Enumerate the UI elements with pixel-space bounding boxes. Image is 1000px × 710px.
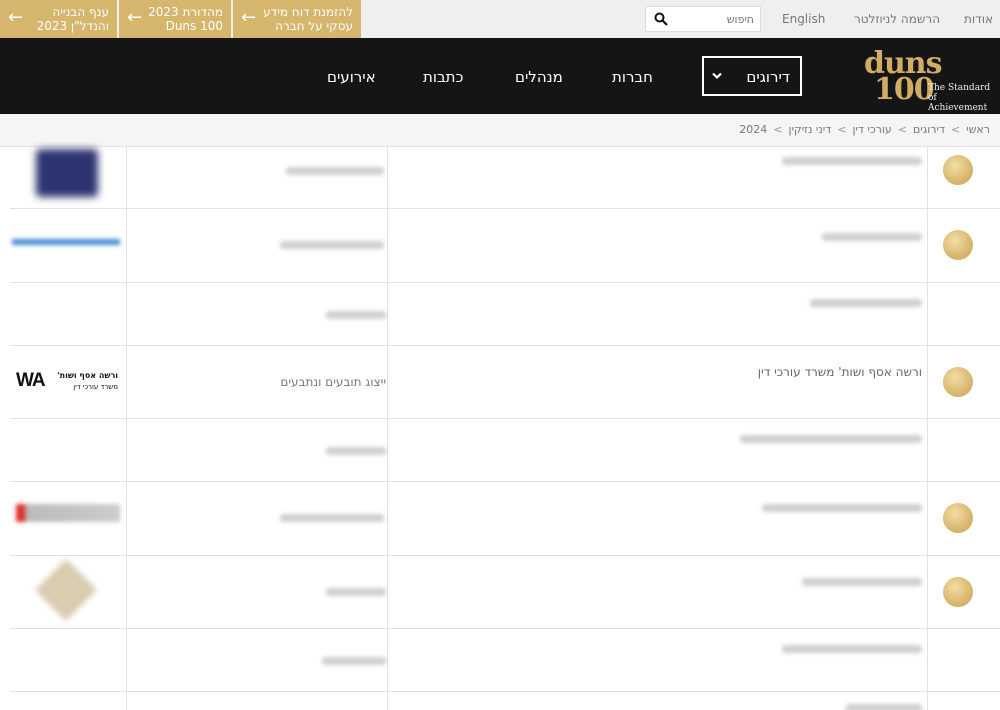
promo-line1: ענף הבנייה — [52, 5, 109, 19]
breadcrumb-lawyers[interactable]: עורכי דין — [852, 123, 891, 136]
promo-construction-2023[interactable]: ← ענף הבנייה והנדל"ן 2023 — [0, 0, 117, 38]
arrow-left-icon: ← — [127, 7, 143, 28]
breadcrumb-separator: > — [837, 123, 847, 136]
firm-logo-text: ורשה אסף ושות' — [57, 371, 118, 380]
chevron-down-icon — [712, 72, 722, 80]
blurred-specialty — [326, 311, 386, 319]
breadcrumb-separator: > — [950, 123, 961, 136]
blurred-specialty — [286, 167, 384, 175]
promo-duns100-2023[interactable]: ← מהדורת 2023 Duns 100 — [119, 0, 231, 38]
blurred-firm-name — [782, 645, 922, 653]
table-row[interactable]: ורשה אסף ושות' משרד עורכי דין ייצוג תובע… — [10, 346, 1000, 419]
blurred-firm-name — [740, 435, 922, 443]
arrow-left-icon: ← — [241, 7, 257, 28]
promo-line1: מהדורת 2023 — [148, 5, 223, 19]
firm-logo-subtext: משרד עורכי דין — [73, 383, 118, 391]
rank-medal — [943, 367, 973, 397]
breadcrumb-rankings[interactable]: דירוגים — [913, 123, 945, 136]
logo-number: 100 — [874, 72, 935, 107]
rank-medal — [943, 503, 973, 533]
nav-articles[interactable]: כתבות — [423, 68, 463, 86]
breadcrumb: ראשי > דירוגים > עורכי דין > דיני נזיקין >2024 — [739, 123, 990, 136]
logo-tagline-1: The Standard — [928, 83, 991, 93]
search-box — [645, 6, 761, 32]
search-icon[interactable] — [654, 12, 668, 26]
breadcrumb-year: 2024 — [739, 123, 768, 136]
breadcrumb-separator: > — [773, 123, 783, 136]
blurred-firm-name — [810, 299, 922, 307]
blurred-specialty — [326, 447, 386, 455]
firm-logo — [36, 149, 98, 197]
firm-logo — [16, 504, 120, 522]
blurred-firm-name — [822, 233, 922, 241]
promo-line2: Duns 100 — [165, 19, 223, 33]
breadcrumb-torts[interactable]: דיני נזיקין — [788, 123, 831, 136]
ranking-table: ורשה אסף ושות' משרד עורכי דין ייצוג תובע… — [10, 147, 1000, 710]
search-input[interactable] — [674, 10, 754, 28]
blurred-firm-name — [782, 157, 922, 165]
blurred-firm-name — [802, 578, 922, 586]
table-row[interactable] — [10, 209, 1000, 283]
rank-medal — [943, 230, 973, 260]
nav-companies[interactable]: חברות — [612, 68, 653, 86]
rank-medal — [943, 577, 973, 607]
english-link[interactable]: English — [782, 12, 825, 26]
firm-logo-mark: WA — [16, 370, 46, 391]
rankings-dropdown-label: דירוגים — [746, 68, 790, 86]
table-row[interactable] — [10, 692, 1000, 710]
about-link[interactable]: אודות — [964, 12, 993, 26]
breadcrumb-separator: > — [897, 123, 907, 136]
arrow-left-icon: ← — [8, 7, 24, 28]
table-row[interactable] — [10, 419, 1000, 482]
blurred-specialty — [280, 241, 384, 249]
firm-specialty: ייצוג תובעים ונתבעים — [280, 375, 386, 389]
logo-tagline: The Standard of Achievement — [928, 83, 994, 113]
table-row[interactable] — [10, 556, 1000, 629]
breadcrumb-home[interactable]: ראשי — [966, 123, 990, 136]
promo-business-report[interactable]: ← להזמנת דוח מידע עסקי על חברה — [233, 0, 361, 38]
nav-managers[interactable]: מנהלים — [515, 68, 563, 86]
breadcrumb-bar: ראשי > דירוגים > עורכי דין > דיני נזיקין >2024 — [0, 114, 1000, 147]
firm-logo — [12, 239, 120, 245]
promo-line2: והנדל"ן 2023 — [36, 19, 109, 33]
rank-medal — [943, 155, 973, 185]
duns100-logo[interactable]: duns 100 The Standard of Achievement — [864, 46, 994, 113]
firm-logo — [34, 558, 98, 622]
rankings-dropdown[interactable]: דירוגים — [702, 56, 802, 96]
main-nav: אירועים כתבות מנהלים חברות דירוגים duns … — [0, 38, 1000, 114]
table-row[interactable] — [10, 482, 1000, 556]
blurred-specialty — [322, 657, 386, 665]
table-row[interactable] — [10, 283, 1000, 346]
newsletter-link[interactable]: הרשמה לניוזלטר — [854, 12, 940, 26]
promo-line2: עסקי על חברה — [275, 19, 353, 33]
blurred-firm-name — [762, 504, 922, 512]
blurred-specialty — [326, 588, 386, 596]
firm-logo: WA ורשה אסף ושות' משרד עורכי דין — [10, 370, 126, 396]
blurred-specialty — [280, 514, 384, 522]
table-row[interactable] — [10, 629, 1000, 692]
firm-name[interactable]: ורשה אסף ושות' משרד עורכי דין — [758, 365, 922, 379]
logo-tagline-2: of Achievement — [928, 93, 988, 113]
table-row[interactable] — [10, 147, 1000, 209]
nav-events[interactable]: אירועים — [327, 68, 376, 86]
promo-line1: להזמנת דוח מידע — [263, 5, 353, 19]
top-bar: ← ענף הבנייה והנדל"ן 2023 ← מהדורת 2023 … — [0, 0, 1000, 38]
blurred-firm-name — [846, 704, 922, 710]
